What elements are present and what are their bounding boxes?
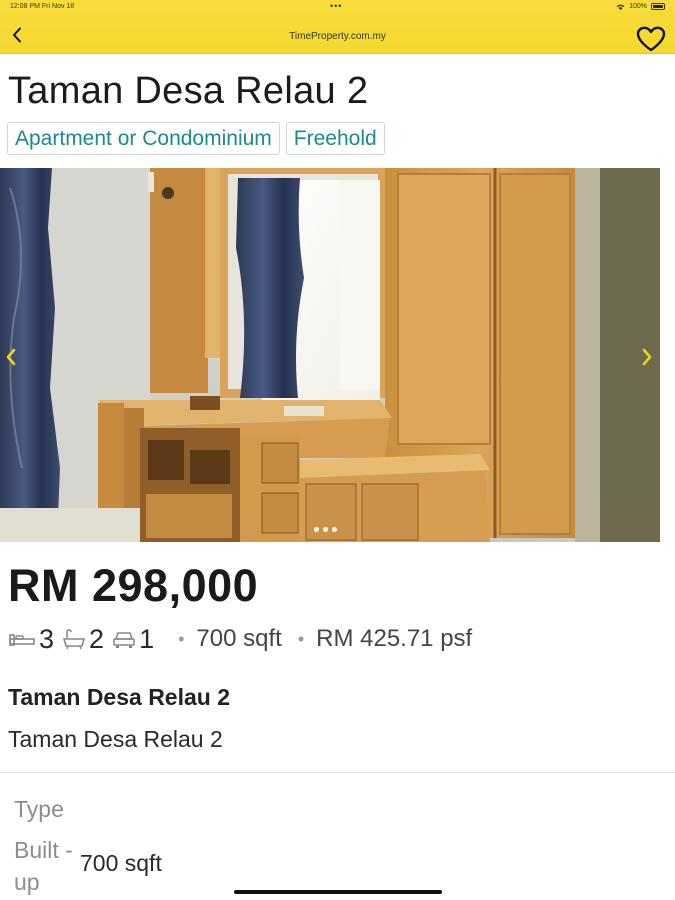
bed-icon xyxy=(9,634,35,646)
tag-tenure: Freehold xyxy=(285,122,385,155)
battery-percent: 100% xyxy=(629,3,647,10)
tag-property-type: Apartment or Condominium xyxy=(7,122,280,155)
type-label: Type xyxy=(14,796,64,822)
status-time: 12:08 PM Fri Nov 18 xyxy=(10,3,75,10)
bedrooms: 3 xyxy=(8,624,54,655)
battery-icon xyxy=(651,3,665,10)
parking-count: 1 xyxy=(139,623,155,654)
listing-page: 12:08 PM Fri Nov 18 ••• 100% TimePropert… xyxy=(0,0,675,900)
parking: 1 xyxy=(112,624,154,655)
carousel-dot[interactable] xyxy=(323,527,328,532)
bathtub-icon xyxy=(62,629,86,650)
photo-carousel[interactable] xyxy=(0,168,660,542)
listing-title: Taman Desa Relau 2 xyxy=(8,70,369,112)
multitask-dots[interactable]: ••• xyxy=(330,1,342,11)
chevron-left-icon xyxy=(6,348,16,366)
home-indicator[interactable] xyxy=(234,890,442,894)
status-right: 100% xyxy=(616,3,665,10)
car-icon xyxy=(113,632,135,648)
carousel-prev-button[interactable] xyxy=(0,344,22,370)
bathrooms: 2 xyxy=(62,624,104,655)
address-title: Taman Desa Relau 2 xyxy=(8,684,231,710)
listing-price: RM 298,000 xyxy=(8,560,259,611)
built-up-value: 700 sqft xyxy=(80,850,162,876)
built-up-size: 700 sqft xyxy=(196,625,282,652)
heart-outline-icon xyxy=(636,26,666,52)
price-per-sqft: RM 425.71 psf xyxy=(316,625,473,652)
carousel-dot[interactable] xyxy=(332,527,337,532)
tag-list: Apartment or Condominium Freehold xyxy=(7,122,385,155)
top-bar: 12:08 PM Fri Nov 18 ••• 100% TimePropert… xyxy=(0,0,675,54)
wifi-icon xyxy=(616,4,625,10)
page-url: TimeProperty.com.my xyxy=(289,31,386,42)
separator-dot: • xyxy=(178,628,185,649)
favorite-button[interactable] xyxy=(634,24,668,54)
bedroom-count: 3 xyxy=(39,623,55,654)
bathroom-count: 2 xyxy=(89,623,105,654)
carousel-pagination xyxy=(314,527,337,532)
carousel-next-button[interactable] xyxy=(636,344,658,370)
listing-photo xyxy=(0,168,660,542)
carousel-dot[interactable] xyxy=(314,527,319,532)
built-up-label: Built -up xyxy=(14,837,73,895)
divider xyxy=(0,772,675,773)
chevron-right-icon xyxy=(642,348,652,366)
status-bar: 12:08 PM Fri Nov 18 ••• 100% xyxy=(0,0,675,14)
separator-dot: • xyxy=(297,628,305,649)
address-line: Taman Desa Relau 2 xyxy=(8,726,223,752)
feature-row: 3 2 1 • 700 sqft • RM 425.71 psf xyxy=(8,622,472,656)
